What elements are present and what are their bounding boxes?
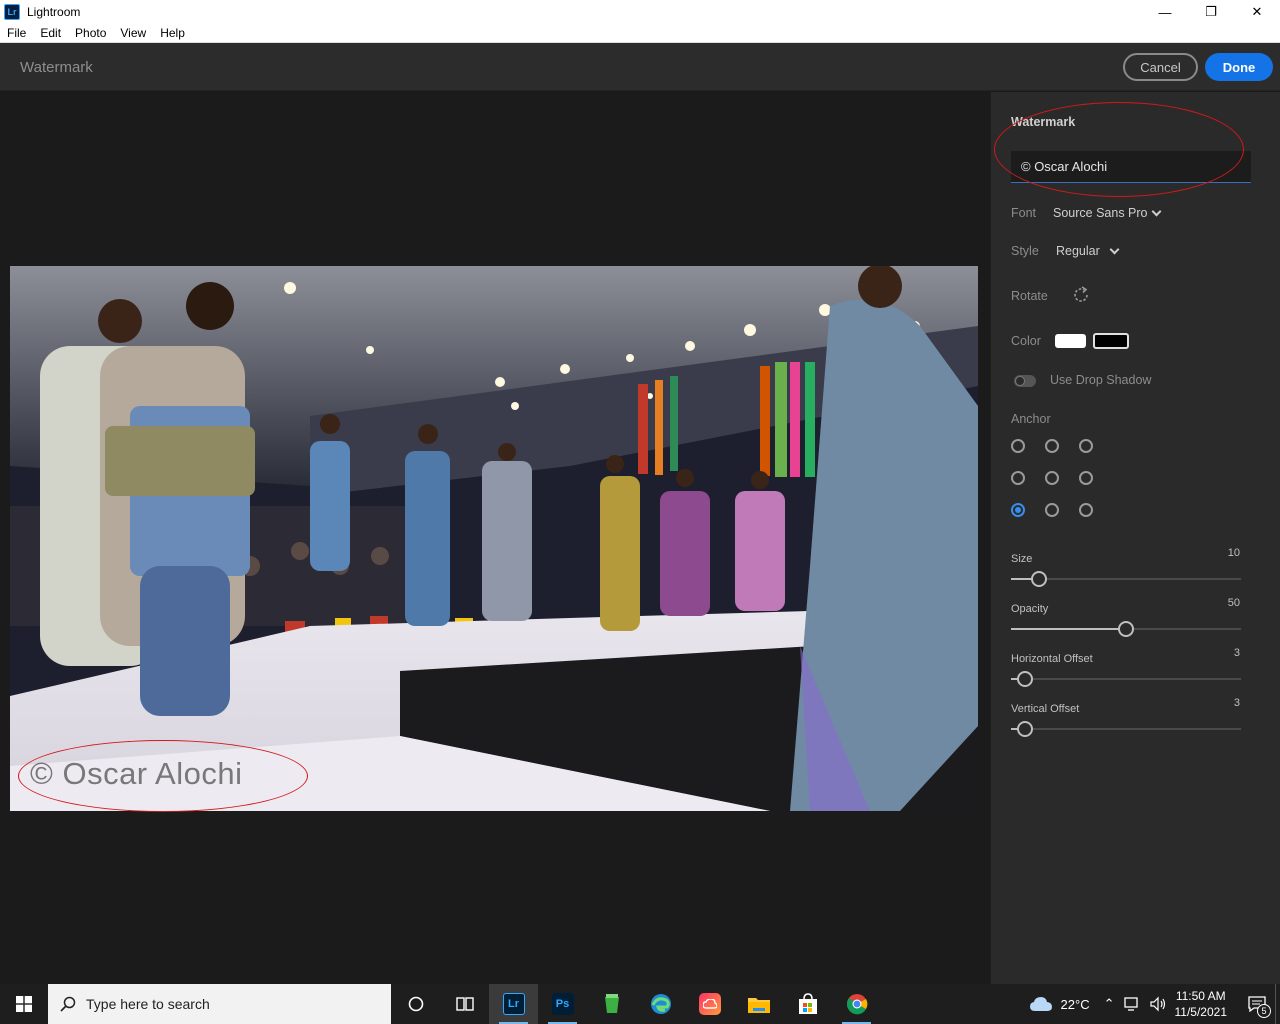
anchor-middle-left[interactable] <box>1011 471 1025 485</box>
slider-thumb[interactable] <box>1017 671 1033 687</box>
cancel-button[interactable]: Cancel <box>1123 53 1198 81</box>
photo-watermark[interactable]: © Oscar Alochi <box>30 756 242 792</box>
toggle-knob <box>1015 376 1025 386</box>
search-placeholder: Type here to search <box>86 996 210 1012</box>
slider-thumb[interactable] <box>1017 721 1033 737</box>
color-swatch-white[interactable] <box>1055 334 1086 348</box>
cortana-icon[interactable] <box>391 984 440 1024</box>
anchor-label: Anchor <box>1011 412 1051 426</box>
anchor-top-left[interactable] <box>1011 439 1025 453</box>
menu-file[interactable]: File <box>0 26 33 40</box>
chevron-up-icon[interactable]: ⌃ <box>1104 996 1115 1012</box>
task-view-icon[interactable] <box>440 984 489 1024</box>
photoshop-icon[interactable]: Ps <box>538 984 587 1024</box>
show-desktop-button[interactable] <box>1275 984 1280 1024</box>
store-icon[interactable] <box>783 984 832 1024</box>
title-bar: Lr Lightroom — ❐ ✕ <box>0 0 1280 24</box>
clock-time: 11:50 AM <box>1175 989 1226 1003</box>
cloud-weather-icon[interactable] <box>1029 995 1053 1013</box>
start-button[interactable] <box>0 984 48 1024</box>
size-label: Size <box>1011 553 1033 565</box>
notifications-button[interactable]: 5 <box>1239 984 1275 1024</box>
file-explorer-icon[interactable] <box>734 984 783 1024</box>
watermark-panel: Watermark Font Source Sans Pro Style Reg… <box>990 92 1280 984</box>
size-slider[interactable] <box>1011 571 1241 587</box>
window-controls: — ❐ ✕ <box>1142 0 1280 24</box>
anchor-bottom-right[interactable] <box>1079 503 1093 517</box>
vertical-offset-value: 3 <box>1233 697 1240 709</box>
color-label: Color <box>1011 334 1041 348</box>
menu-help[interactable]: Help <box>153 26 192 40</box>
rotate-label: Rotate <box>1011 289 1048 303</box>
panel-heading: Watermark <box>1011 115 1076 129</box>
window-title: Lightroom <box>27 5 81 19</box>
menu-view[interactable]: View <box>113 26 153 40</box>
minimize-button[interactable]: — <box>1142 0 1188 24</box>
chevron-down-icon <box>1109 244 1120 255</box>
clock-date: 11/5/2021 <box>1174 1005 1228 1019</box>
clock[interactable]: 11:50 AM 11/5/2021 <box>1175 988 1228 1020</box>
menu-edit[interactable]: Edit <box>33 26 68 40</box>
anchor-bottom-left[interactable] <box>1011 503 1025 517</box>
edge-icon[interactable] <box>636 984 685 1024</box>
done-button[interactable]: Done <box>1205 53 1273 81</box>
anchor-middle-right[interactable] <box>1079 471 1093 485</box>
menu-photo[interactable]: Photo <box>68 26 113 40</box>
runway-photo: © Oscar Alochi <box>10 266 978 811</box>
taskbar-search[interactable]: Type here to search <box>48 984 391 1024</box>
volume-icon[interactable] <box>1149 996 1167 1012</box>
vertical-offset-slider[interactable] <box>1011 721 1241 737</box>
slider-thumb[interactable] <box>1031 571 1047 587</box>
creative-cloud-icon[interactable] <box>685 984 734 1024</box>
size-value: 10 <box>1227 547 1240 559</box>
page-title: Watermark <box>20 59 93 76</box>
font-dropdown[interactable]: Source Sans Pro <box>1051 202 1171 224</box>
style-dropdown[interactable]: Regular <box>1054 240 1126 262</box>
drop-shadow-label: Use Drop Shadow <box>1050 373 1152 387</box>
lightroom-icon[interactable]: Lr <box>489 984 538 1024</box>
menu-bar: File Edit Photo View Help <box>0 24 1280 43</box>
horizontal-offset-slider[interactable] <box>1011 671 1241 687</box>
drop-shadow-toggle[interactable] <box>1014 375 1036 387</box>
windows-icon <box>16 996 32 1012</box>
style-value: Regular <box>1056 244 1100 258</box>
anchor-middle-center[interactable] <box>1045 471 1059 485</box>
opacity-label: Opacity <box>1011 603 1049 615</box>
chrome-icon[interactable] <box>832 984 881 1024</box>
watermark-text-input[interactable] <box>1011 151 1251 183</box>
taskbar: Type here to search Lr Ps 22°C ⌃ 11:50 A… <box>0 984 1280 1024</box>
rotate-icon[interactable] <box>1071 285 1091 305</box>
anchor-top-center[interactable] <box>1045 439 1059 453</box>
font-label: Font <box>1011 206 1037 220</box>
notification-count: 5 <box>1257 1004 1271 1018</box>
slider-thumb[interactable] <box>1118 621 1134 637</box>
system-tray: 22°C ⌃ 11:50 AM 11/5/2021 5 <box>1029 984 1280 1024</box>
vertical-offset-label: Vertical Offset <box>1011 703 1080 715</box>
network-icon[interactable] <box>1123 996 1141 1012</box>
opacity-slider[interactable] <box>1011 621 1241 637</box>
watermark-header: Watermark Cancel Done <box>0 43 1280 91</box>
horizontal-offset-label: Horizontal Offset <box>1011 653 1093 665</box>
color-swatch-black[interactable] <box>1093 333 1129 349</box>
horizontal-offset-value: 3 <box>1233 647 1240 659</box>
close-button[interactable]: ✕ <box>1234 0 1280 24</box>
restore-button[interactable]: ❐ <box>1188 0 1234 24</box>
search-icon <box>60 996 76 1012</box>
lightroom-app-icon: Lr <box>4 4 20 20</box>
font-value: Source Sans Pro <box>1053 206 1148 220</box>
temperature[interactable]: 22°C <box>1061 997 1090 1012</box>
anchor-bottom-center[interactable] <box>1045 503 1059 517</box>
slider-fill <box>1011 628 1126 630</box>
opacity-value: 50 <box>1227 597 1240 609</box>
style-label: Style <box>1011 244 1039 258</box>
photo-canvas: © Oscar Alochi <box>0 92 990 984</box>
app-green-icon[interactable] <box>587 984 636 1024</box>
runway-photo-illustration <box>10 266 978 811</box>
chevron-down-icon <box>1151 206 1162 217</box>
anchor-top-right[interactable] <box>1079 439 1093 453</box>
